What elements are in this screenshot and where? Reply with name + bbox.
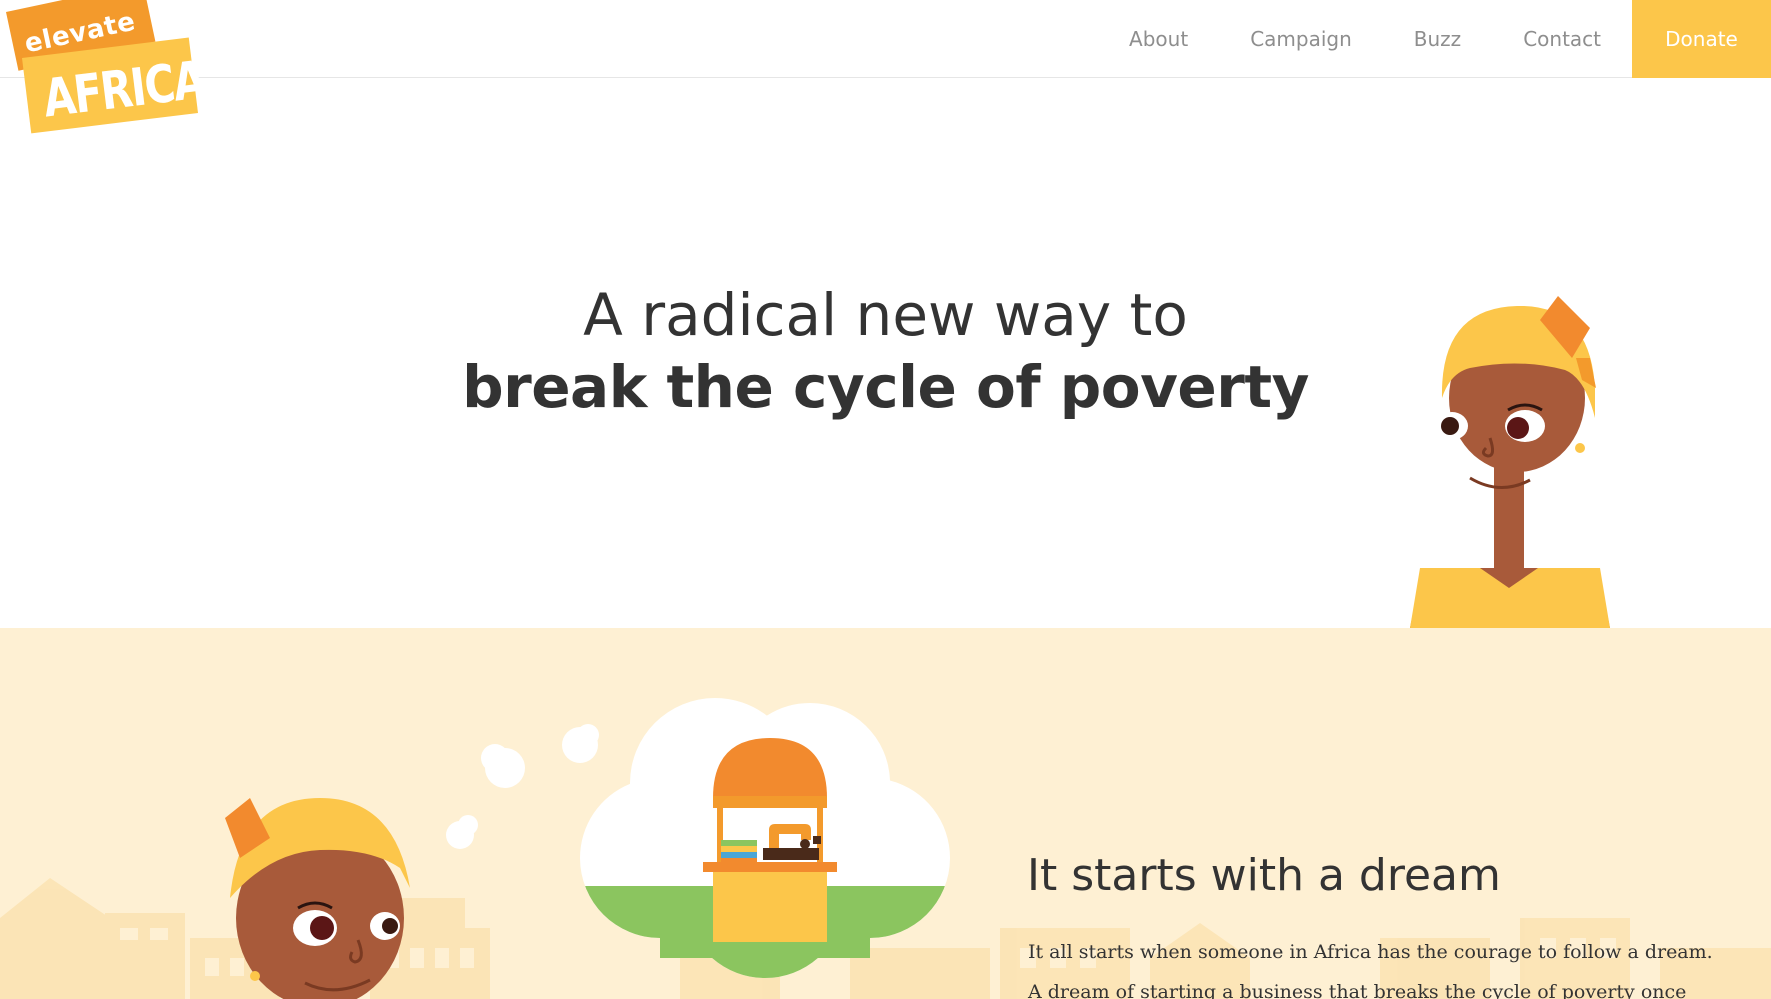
market-stall-cloud-icon [580, 698, 950, 978]
woman-illustration-icon [1410, 296, 1610, 628]
woman-dreaming-icon [225, 798, 410, 999]
site-header: About Campaign Buzz Contact Donate [0, 0, 1771, 78]
hero-section: A radical new way to break the cycle of … [0, 78, 1771, 628]
elevate-africa-logo[interactable]: elevate AFRICA [0, 0, 207, 140]
donate-button[interactable]: Donate [1632, 0, 1771, 78]
main-nav: About Campaign Buzz Contact Donate [1098, 0, 1771, 78]
nav-about-link[interactable]: About [1098, 0, 1219, 78]
nav-campaign-link[interactable]: Campaign [1219, 0, 1383, 78]
dream-section: It starts with a dream It all starts whe… [0, 628, 1771, 999]
nav-contact-link[interactable]: Contact [1492, 0, 1632, 78]
dream-paragraph-line2: A dream of starting a business that brea… [1028, 981, 1687, 999]
dream-heading: It starts with a dream [1027, 850, 1501, 901]
dream-paragraph-line1: It all starts when someone in Africa has… [1028, 941, 1713, 963]
nav-buzz-link[interactable]: Buzz [1383, 0, 1492, 78]
dream-paragraph: It all starts when someone in Africa has… [1028, 932, 1728, 999]
